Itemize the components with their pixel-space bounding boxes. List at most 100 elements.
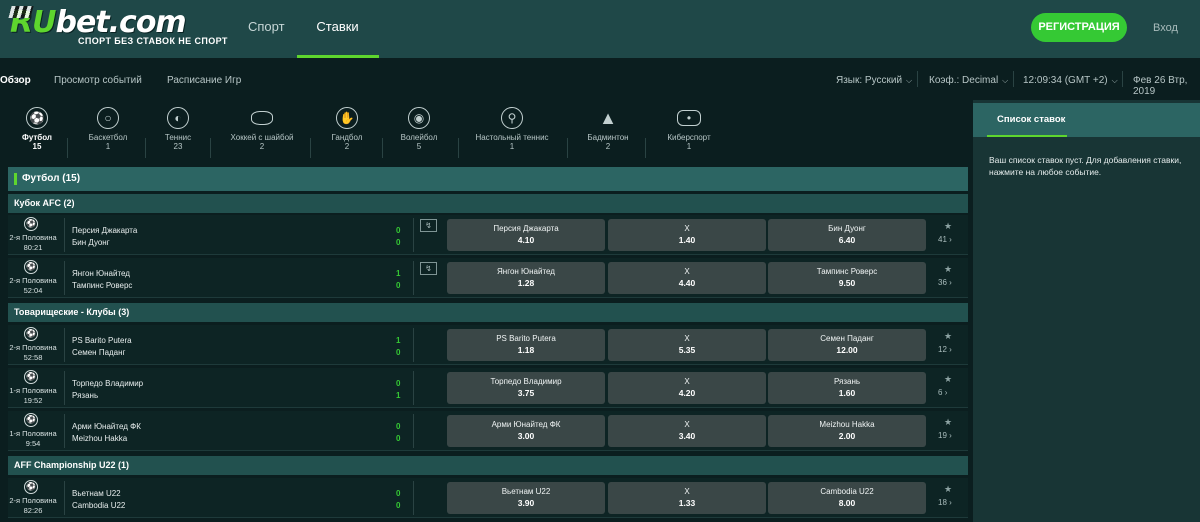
sport-label: Киберспорт <box>667 133 711 142</box>
tab-overview[interactable]: Обзор <box>0 75 31 86</box>
sport-count: 1 <box>686 142 692 151</box>
divider <box>310 138 311 158</box>
more-markets-link[interactable]: 36 › <box>938 278 952 287</box>
table-tennis-icon: ⚲ <box>501 107 523 129</box>
odd-label: Вьетнам U22 <box>501 487 551 496</box>
login-link[interactable]: Вход <box>1153 22 1178 34</box>
markets-count: 18 <box>938 498 947 507</box>
sub-navigation: Обзор Просмотр событий Расписание Игр Яз… <box>0 60 1200 98</box>
tab-event-view[interactable]: Просмотр событий <box>54 75 142 86</box>
match-time: 9:54 <box>25 439 41 448</box>
divider <box>210 138 211 158</box>
language-select[interactable]: Язык: Русский ⌵ <box>836 75 912 86</box>
odd-away-button[interactable]: Семен Паданг 12.00 <box>768 329 926 361</box>
divider <box>64 371 65 405</box>
divider <box>413 328 414 362</box>
match-row[interactable]: ⚽ 2-я Половина 80:21 Персия Джакарта Бин… <box>8 215 968 255</box>
league-header[interactable]: Кубок AFC (2) <box>8 194 968 213</box>
logo-domain: .com <box>108 5 187 40</box>
divider <box>145 138 146 158</box>
divider <box>382 138 383 158</box>
markets-count: 19 <box>938 431 947 440</box>
odd-home-button[interactable]: Арми Юнайтед ФК 3.00 <box>447 415 605 447</box>
away-score: 0 <box>396 434 401 443</box>
match-row[interactable]: ⚽ 1-я Половина 19:52 Торпедо Владимир Ря… <box>8 368 968 408</box>
odd-home-button[interactable]: Вьетнам U22 3.90 <box>447 482 605 514</box>
odd-home-button[interactable]: Торпедо Владимир 3.75 <box>447 372 605 404</box>
more-markets-link[interactable]: 19 › <box>938 431 952 440</box>
odd-away-button[interactable]: Рязань 1.60 <box>768 372 926 404</box>
odd-label: Арми Юнайтед ФК <box>491 420 561 429</box>
chevron-right-icon: › <box>949 278 952 287</box>
betslip-tab[interactable]: Список ставок <box>973 103 1200 137</box>
odd-away-button[interactable]: Тампинс Роверс 9.50 <box>768 262 926 294</box>
odd-value: 3.00 <box>517 431 535 441</box>
nav-live-bets[interactable]: Ставки Live <box>296 0 379 88</box>
match-period: 1-я Половина <box>9 429 57 438</box>
favorite-star-icon[interactable]: ★ <box>944 484 952 495</box>
match-time: 80:21 <box>23 243 43 252</box>
match-time: 19:52 <box>23 396 43 405</box>
favorite-star-icon[interactable]: ★ <box>944 331 952 342</box>
favorite-star-icon[interactable]: ★ <box>944 264 952 275</box>
more-markets-link[interactable]: 41 › <box>938 235 952 244</box>
chevron-right-icon: › <box>949 235 952 244</box>
away-team: Meizhou Hakka <box>72 434 128 443</box>
match-row[interactable]: ⚽ 2-я Половина 82:26 Вьетнам U22 Cambodi… <box>8 478 968 518</box>
sport-table-tennis[interactable]: ⚲ Настольный теннис 1 <box>472 100 552 151</box>
sport-basketball[interactable]: ○ Баскетбол 1 <box>82 100 134 151</box>
odd-away-button[interactable]: Meizhou Hakka 2.00 <box>768 415 926 447</box>
chevron-right-icon: › <box>949 345 952 354</box>
odds-format-select[interactable]: Коэф.: Decimal ⌵ <box>929 75 1008 86</box>
odd-draw-button[interactable]: X 1.33 <box>608 482 766 514</box>
volleyball-icon: ◉ <box>408 107 430 129</box>
sport-tennis[interactable]: ◐ Теннис 23 <box>156 100 200 151</box>
register-button[interactable]: РЕГИСТРАЦИЯ <box>1031 13 1127 42</box>
odd-away-button[interactable]: Бин Дуонг 6.40 <box>768 219 926 251</box>
sport-handball[interactable]: ✋ Гандбол 2 <box>324 100 370 151</box>
favorite-star-icon[interactable]: ★ <box>944 417 952 428</box>
sport-label: Бадминтон <box>587 133 629 142</box>
sport-ice-hockey[interactable]: Хоккей с шайбой 2 <box>226 100 298 151</box>
odd-draw-button[interactable]: X 4.40 <box>608 262 766 294</box>
league-header[interactable]: AFF Championship U22 (1) <box>8 456 968 475</box>
more-markets-link[interactable]: 12 › <box>938 345 952 354</box>
odd-label: Семен Паданг <box>820 334 874 343</box>
odd-draw-button[interactable]: X 5.35 <box>608 329 766 361</box>
odd-draw-button[interactable]: X 4.20 <box>608 372 766 404</box>
divider <box>413 481 414 515</box>
divider <box>64 218 65 252</box>
timezone-select[interactable]: 12:09:34 (GMT +2) ⌵ <box>1023 75 1118 86</box>
odd-away-button[interactable]: Cambodia U22 8.00 <box>768 482 926 514</box>
live-stream-icon[interactable]: ↯ <box>420 219 437 232</box>
odd-label: Торпедо Владимир <box>490 377 562 386</box>
tab-schedule[interactable]: Расписание Игр <box>167 75 241 86</box>
sport-volleyball[interactable]: ◉ Волейбол 5 <box>396 100 442 151</box>
league-header[interactable]: Товарищеские - Клубы (3) <box>8 303 968 322</box>
nav-sport[interactable]: Спорт <box>236 0 297 58</box>
odd-draw-button[interactable]: X 1.40 <box>608 219 766 251</box>
odd-home-button[interactable]: Янгон Юнайтед 1.28 <box>447 262 605 294</box>
favorite-star-icon[interactable]: ★ <box>944 374 952 385</box>
odd-label: Cambodia U22 <box>820 487 874 496</box>
main-nav: Спорт Ставки Live <box>236 0 379 88</box>
more-markets-link[interactable]: 18 › <box>938 498 952 507</box>
odd-home-button[interactable]: PS Barito Putera 1.18 <box>447 329 605 361</box>
match-row[interactable]: ⚽ 1-я Половина 9:54 Арми Юнайтед ФК Meiz… <box>8 411 968 451</box>
match-row[interactable]: ⚽ 2-я Половина 52:04 Янгон Юнайтед Тампи… <box>8 258 968 298</box>
odd-home-button[interactable]: Персия Джакарта 4.10 <box>447 219 605 251</box>
favorite-star-icon[interactable]: ★ <box>944 221 952 232</box>
odd-draw-button[interactable]: X 3.40 <box>608 415 766 447</box>
site-logo[interactable]: RUbet.com СПОРТ БЕЗ СТАВОК НЕ СПОРТ <box>8 5 228 46</box>
live-stream-icon[interactable]: ↯ <box>420 262 437 275</box>
away-team: Семен Паданг <box>72 348 126 357</box>
more-markets-link[interactable]: 6 › <box>938 388 947 397</box>
sport-badminton[interactable]: ▲ Бадминтон 2 <box>583 100 633 152</box>
divider <box>413 414 414 448</box>
section-header-football[interactable]: Футбол (15) <box>8 167 968 191</box>
sport-label: Теннис <box>164 133 192 142</box>
sport-esports[interactable]: • Киберспорт 1 <box>662 100 716 151</box>
sport-football[interactable]: ⚽ Футбол 15 <box>14 100 60 151</box>
match-period: 1-я Половина <box>9 386 57 395</box>
match-row[interactable]: ⚽ 2-я Половина 52:58 PS Barito Putera Се… <box>8 325 968 365</box>
